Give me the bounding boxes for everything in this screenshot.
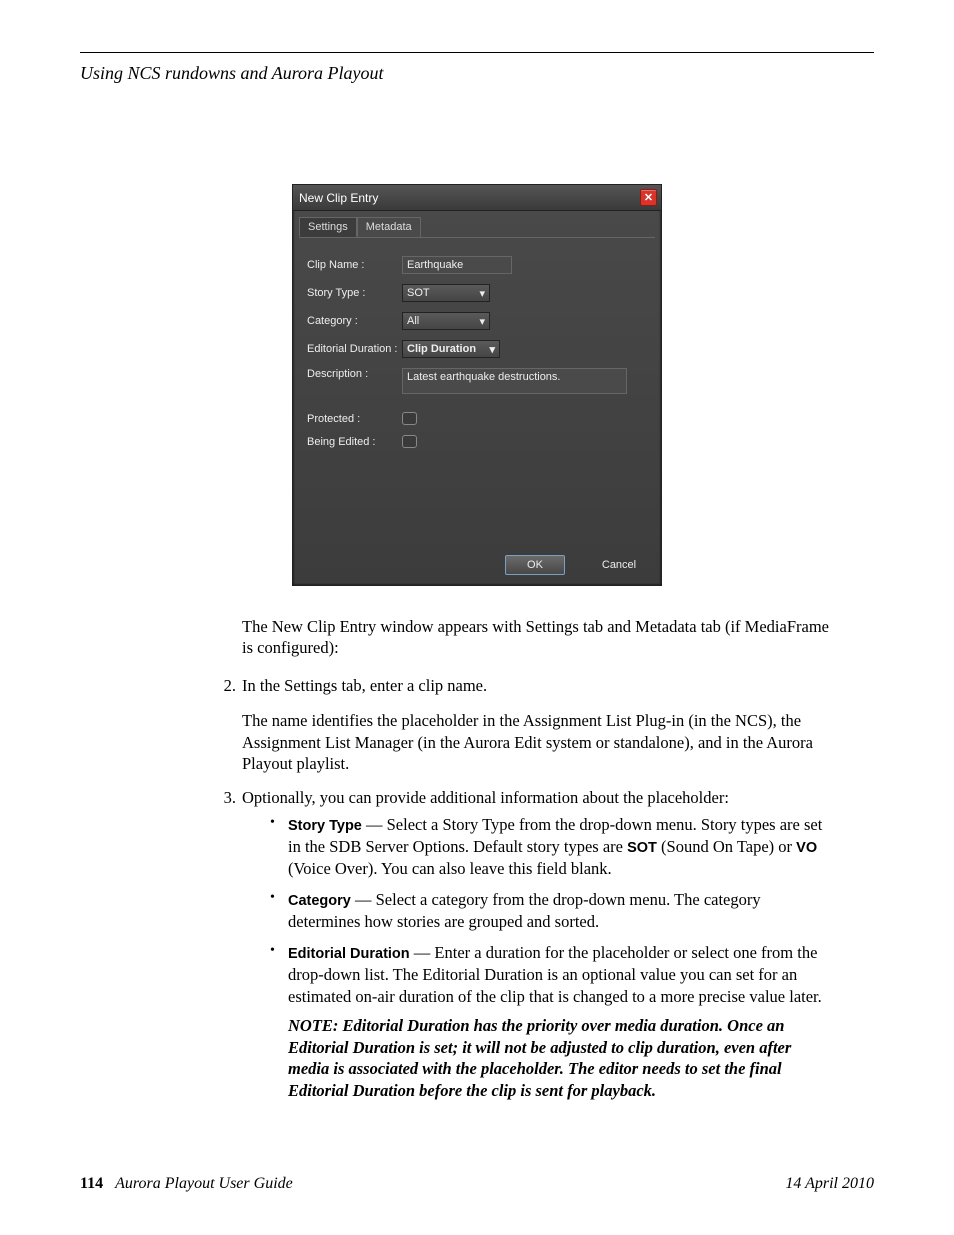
dialog-footer: OK Cancel [293, 547, 661, 585]
bullet-editorial: Editorial Duration — Enter a duration fo… [288, 942, 834, 1100]
tab-settings[interactable]: Settings [299, 217, 357, 237]
dialog-titlebar: New Clip Entry ✕ [293, 185, 661, 211]
intro-paragraph: The New Clip Entry window appears with S… [242, 616, 834, 659]
category-text: — Select a category from the drop-down m… [288, 890, 761, 931]
close-icon[interactable]: ✕ [640, 189, 657, 206]
label-being-edited: Being Edited : [307, 436, 402, 448]
page-number: 114 [80, 1175, 103, 1192]
footer-left: 114 Aurora Playout User Guide [80, 1175, 293, 1193]
label-protected: Protected : [307, 413, 402, 425]
page-footer: 114 Aurora Playout User Guide 14 April 2… [80, 1175, 874, 1193]
story-type-text-c: (Voice Over). You can also leave this fi… [288, 859, 612, 878]
chevron-down-icon: ▾ [489, 343, 495, 356]
term-vo: VO [796, 840, 817, 856]
step-number-2: 2. [218, 675, 242, 775]
bullet-icon: • [270, 942, 288, 1100]
bullet-category: Category — Select a category from the dr… [288, 889, 834, 932]
chevron-down-icon: ▾ [479, 315, 485, 328]
ok-button[interactable]: OK [505, 555, 565, 575]
term-editorial-duration: Editorial Duration [288, 946, 410, 962]
body-text: The New Clip Entry window appears with S… [242, 616, 834, 1111]
being-edited-checkbox[interactable] [402, 435, 417, 448]
dialog-title: New Clip Entry [299, 191, 378, 205]
label-story-type: Story Type : [307, 287, 402, 299]
label-editorial-duration: Editorial Duration : [307, 343, 402, 355]
label-category: Category : [307, 315, 402, 327]
tab-body: Clip Name : Earthquake Story Type : SOT … [299, 237, 655, 547]
step3-text: Optionally, you can provide additional i… [242, 787, 834, 808]
term-sot: SOT [627, 840, 657, 856]
tab-metadata[interactable]: Metadata [357, 217, 421, 237]
story-type-value: SOT [407, 287, 430, 299]
header-rule [80, 52, 874, 53]
term-story-type: Story Type [288, 818, 362, 834]
step2-text: In the Settings tab, enter a clip name. [242, 675, 834, 696]
category-value: All [407, 315, 419, 327]
description-input[interactable]: Latest earthquake destructions. [402, 368, 627, 394]
note-block: NOTE: Editorial Duration has the priorit… [288, 1015, 834, 1101]
clip-name-input[interactable]: Earthquake [402, 256, 512, 274]
footer-date: 14 April 2010 [785, 1175, 874, 1193]
note-text: Editorial Duration has the priority over… [288, 1016, 791, 1099]
bullet-story-type: Story Type — Select a Story Type from th… [288, 814, 834, 879]
guide-title: Aurora Playout User Guide [115, 1175, 293, 1192]
story-type-text-b: (Sound On Tape) or [657, 837, 796, 856]
bullet-icon: • [270, 814, 288, 879]
label-clip-name: Clip Name : [307, 259, 402, 271]
cancel-button[interactable]: Cancel [589, 555, 649, 575]
editorial-duration-select[interactable]: Clip Duration ▾ [402, 340, 500, 358]
protected-checkbox[interactable] [402, 412, 417, 425]
step-number-3: 3. [218, 787, 242, 1111]
editorial-duration-value: Clip Duration [407, 343, 476, 355]
term-category: Category [288, 893, 351, 909]
bullet-icon: • [270, 889, 288, 932]
section-title: Using NCS rundowns and Aurora Playout [80, 63, 874, 84]
dialog-tabs: Settings Metadata [293, 211, 661, 237]
story-type-select[interactable]: SOT ▾ [402, 284, 490, 302]
note-label: NOTE: [288, 1016, 343, 1035]
step2-detail: The name identifies the placeholder in t… [242, 710, 834, 774]
chevron-down-icon: ▾ [479, 287, 485, 300]
label-description: Description : [307, 368, 402, 380]
category-select[interactable]: All ▾ [402, 312, 490, 330]
new-clip-entry-dialog: New Clip Entry ✕ Settings Metadata Clip … [292, 184, 662, 586]
